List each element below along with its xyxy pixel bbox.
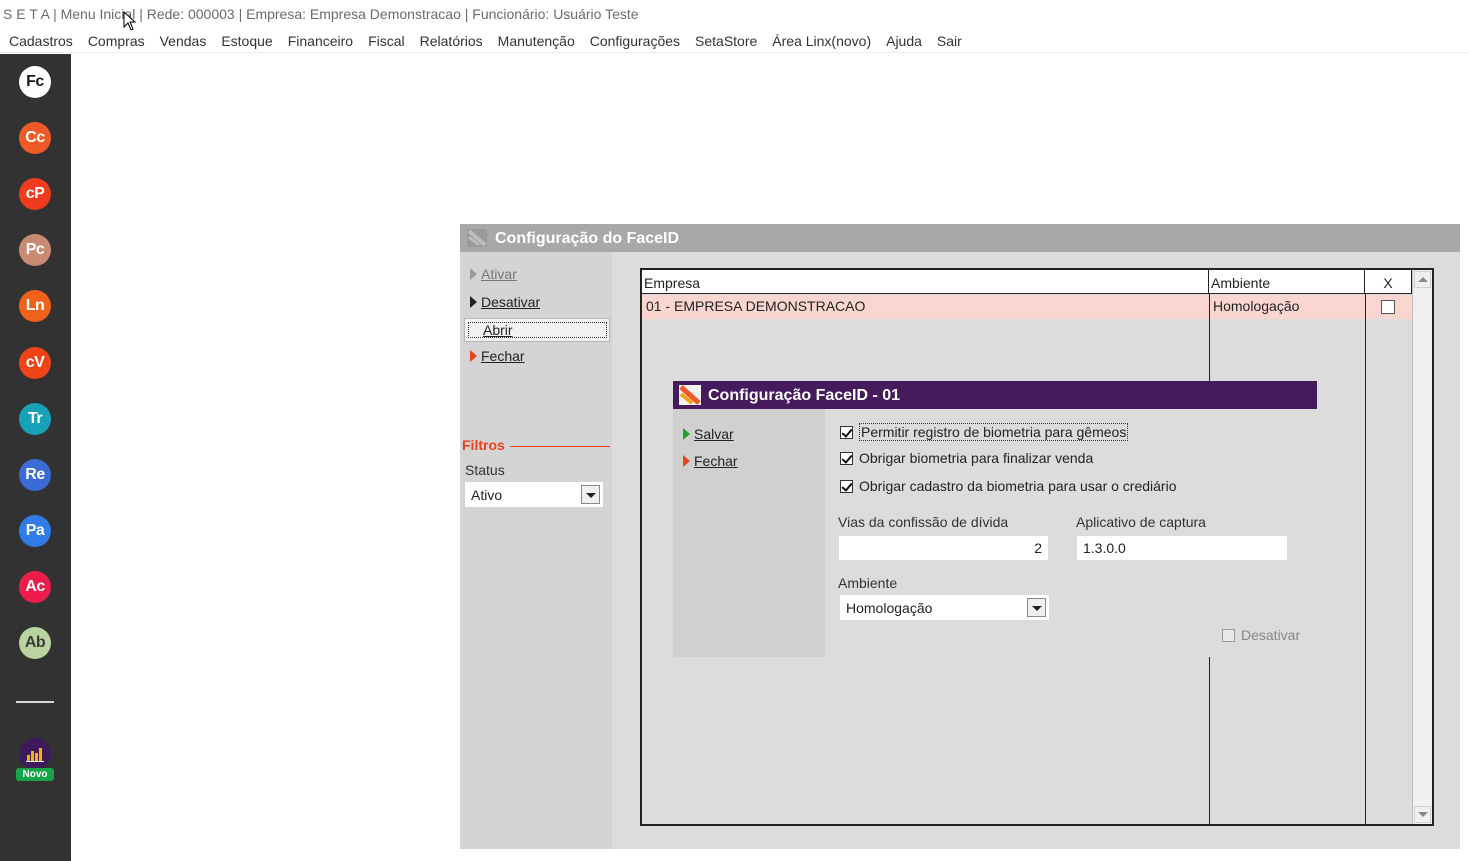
fechar-action[interactable]: Fechar bbox=[470, 348, 525, 364]
row-select-checkbox[interactable] bbox=[1381, 300, 1395, 314]
cell-ambiente: Homologação bbox=[1213, 298, 1300, 314]
bar-chart-icon bbox=[26, 748, 44, 762]
desativar-checkbox[interactable]: Desativar bbox=[1222, 627, 1300, 643]
app-icon-pa[interactable]: Pa bbox=[19, 515, 51, 547]
play-arrow-icon bbox=[683, 428, 690, 440]
table-row[interactable]: 01 - EMPRESA DEMONSTRACAO Homologação bbox=[642, 295, 1412, 319]
checkbox-box[interactable] bbox=[840, 479, 853, 493]
chevron-down-icon[interactable] bbox=[1027, 598, 1046, 617]
vias-input[interactable]: 2 bbox=[839, 536, 1048, 560]
menu-setastore[interactable]: SetaStore bbox=[688, 33, 765, 49]
vertical-scrollbar[interactable] bbox=[1412, 270, 1432, 824]
ambiente-label: Ambiente bbox=[838, 575, 898, 591]
menu-bar: Cadastros Compras Vendas Estoque Finance… bbox=[0, 30, 1469, 53]
menu-relatorios[interactable]: Relatórios bbox=[413, 33, 491, 49]
sidebar-divider bbox=[16, 701, 54, 703]
column-divider bbox=[1365, 294, 1366, 824]
menu-vendas[interactable]: Vendas bbox=[153, 33, 215, 49]
menu-estoque[interactable]: Estoque bbox=[214, 33, 280, 49]
menu-ajuda[interactable]: Ajuda bbox=[879, 33, 930, 49]
menu-compras[interactable]: Compras bbox=[81, 33, 153, 49]
linx-analytics-new-button[interactable]: Novo bbox=[16, 738, 54, 784]
salvar-action[interactable]: Salvar bbox=[683, 426, 734, 442]
column-header-x[interactable]: X bbox=[1365, 270, 1412, 294]
app-icon-tr[interactable]: Tr bbox=[19, 403, 51, 435]
app-icon-pc[interactable]: Pc bbox=[19, 234, 51, 266]
checkbox-box[interactable] bbox=[840, 425, 853, 439]
cell-empresa: 01 - EMPRESA DEMONSTRACAO bbox=[646, 298, 866, 314]
vias-label: Vias da confissão de dívida bbox=[838, 514, 1009, 530]
app-icon-cv[interactable]: cV bbox=[19, 347, 51, 379]
app-icon-ab[interactable]: Ab bbox=[19, 627, 51, 659]
column-header-empresa[interactable]: Empresa bbox=[642, 270, 1209, 294]
crediario-label: Obrigar cadastro da biometria para usar … bbox=[859, 478, 1177, 494]
scroll-down-icon[interactable] bbox=[1414, 806, 1431, 823]
abrir-action[interactable]: Abrir bbox=[464, 318, 610, 342]
dialog-actions-panel: Salvar Fechar bbox=[673, 409, 825, 657]
grid-header: Empresa Ambiente X bbox=[642, 270, 1412, 294]
finalizar-venda-checkbox[interactable]: Obrigar biometria para finalizar venda bbox=[840, 450, 1093, 466]
play-arrow-icon bbox=[470, 350, 477, 362]
fechar-label: Fechar bbox=[481, 348, 525, 364]
new-badge: Novo bbox=[16, 768, 54, 781]
menu-area-linx[interactable]: Área Linx(novo) bbox=[765, 33, 879, 49]
window-title: S E T A | Menu Inicial | Rede: 000003 | … bbox=[0, 0, 1469, 30]
gemeos-label: Permitir registro de biometria para gême… bbox=[859, 423, 1129, 441]
chevron-down-icon[interactable] bbox=[581, 485, 600, 504]
app-icon-fc[interactable]: Fc bbox=[19, 66, 51, 98]
dialog-titlebar: Configuração FaceID - 01 bbox=[673, 381, 1317, 409]
abrir-label: Abrir bbox=[483, 322, 513, 338]
menu-manutencao[interactable]: Manutenção bbox=[491, 33, 583, 49]
desativar-checkbox-label: Desativar bbox=[1241, 627, 1301, 643]
faceid-window-title: Configuração do FaceID bbox=[495, 230, 680, 247]
app-icon-cc[interactable]: Cc bbox=[19, 122, 51, 154]
mouse-cursor-icon bbox=[123, 11, 137, 31]
dialog-fechar-action[interactable]: Fechar bbox=[683, 453, 738, 469]
ambiente-select[interactable]: Homologação bbox=[840, 595, 1049, 620]
app-icon-cp[interactable]: cP bbox=[19, 178, 51, 210]
desativar-label: Desativar bbox=[481, 294, 541, 310]
ativar-action[interactable]: Ativar bbox=[470, 266, 517, 282]
play-arrow-icon bbox=[470, 296, 477, 308]
faceid-config-dialog: Configuração FaceID - 01 Salvar Fechar P… bbox=[673, 381, 1317, 657]
ativar-label: Ativar bbox=[481, 266, 517, 282]
app-icon-ac[interactable]: Ac bbox=[19, 571, 51, 603]
filters-divider bbox=[510, 446, 610, 447]
app-icon-ln[interactable]: Ln bbox=[19, 290, 51, 322]
status-value: Ativo bbox=[471, 487, 503, 503]
filters-heading: Filtros bbox=[462, 437, 505, 453]
column-header-ambiente[interactable]: Ambiente bbox=[1209, 270, 1365, 294]
desativar-action[interactable]: Desativar bbox=[470, 294, 540, 310]
crediario-checkbox[interactable]: Obrigar cadastro da biometria para usar … bbox=[840, 478, 1177, 494]
finalizar-venda-label: Obrigar biometria para finalizar venda bbox=[859, 450, 1094, 466]
dialog-title: Configuração FaceID - 01 bbox=[708, 387, 901, 404]
app-icon-re[interactable]: Re bbox=[19, 459, 51, 491]
faceid-window-titlebar: Configuração do FaceID bbox=[460, 224, 1460, 252]
checkbox-box[interactable] bbox=[840, 451, 853, 465]
salvar-label: Salvar bbox=[694, 426, 734, 442]
play-arrow-icon bbox=[470, 268, 477, 280]
play-arrow-icon bbox=[683, 455, 690, 467]
app-sidebar: Fc Cc cP Pc Ln cV Tr Re Pa Ac Ab Novo bbox=[0, 54, 71, 861]
status-label: Status bbox=[465, 462, 505, 478]
menu-financeiro[interactable]: Financeiro bbox=[281, 33, 361, 49]
gemeos-checkbox[interactable]: Permitir registro de biometria para gême… bbox=[840, 423, 1129, 441]
scroll-up-icon[interactable] bbox=[1414, 271, 1431, 288]
actions-panel: Ativar Desativar Abrir Fechar Filtros St… bbox=[460, 252, 612, 849]
aplicativo-input[interactable]: 1.3.0.0 bbox=[1077, 536, 1287, 560]
window-app-icon bbox=[467, 229, 487, 247]
dialog-app-icon bbox=[679, 385, 701, 405]
menu-sair[interactable]: Sair bbox=[930, 33, 970, 49]
menu-fiscal[interactable]: Fiscal bbox=[361, 33, 413, 49]
status-select[interactable]: Ativo bbox=[465, 482, 603, 507]
aplicativo-label: Aplicativo de captura bbox=[1076, 514, 1206, 530]
menu-cadastros[interactable]: Cadastros bbox=[2, 33, 81, 49]
ambiente-value: Homologação bbox=[846, 600, 933, 616]
filters-section: Filtros bbox=[462, 437, 610, 453]
menu-configuracoes[interactable]: Configurações bbox=[583, 33, 688, 49]
dialog-fechar-label: Fechar bbox=[694, 453, 738, 469]
checkbox-box[interactable] bbox=[1222, 628, 1235, 642]
